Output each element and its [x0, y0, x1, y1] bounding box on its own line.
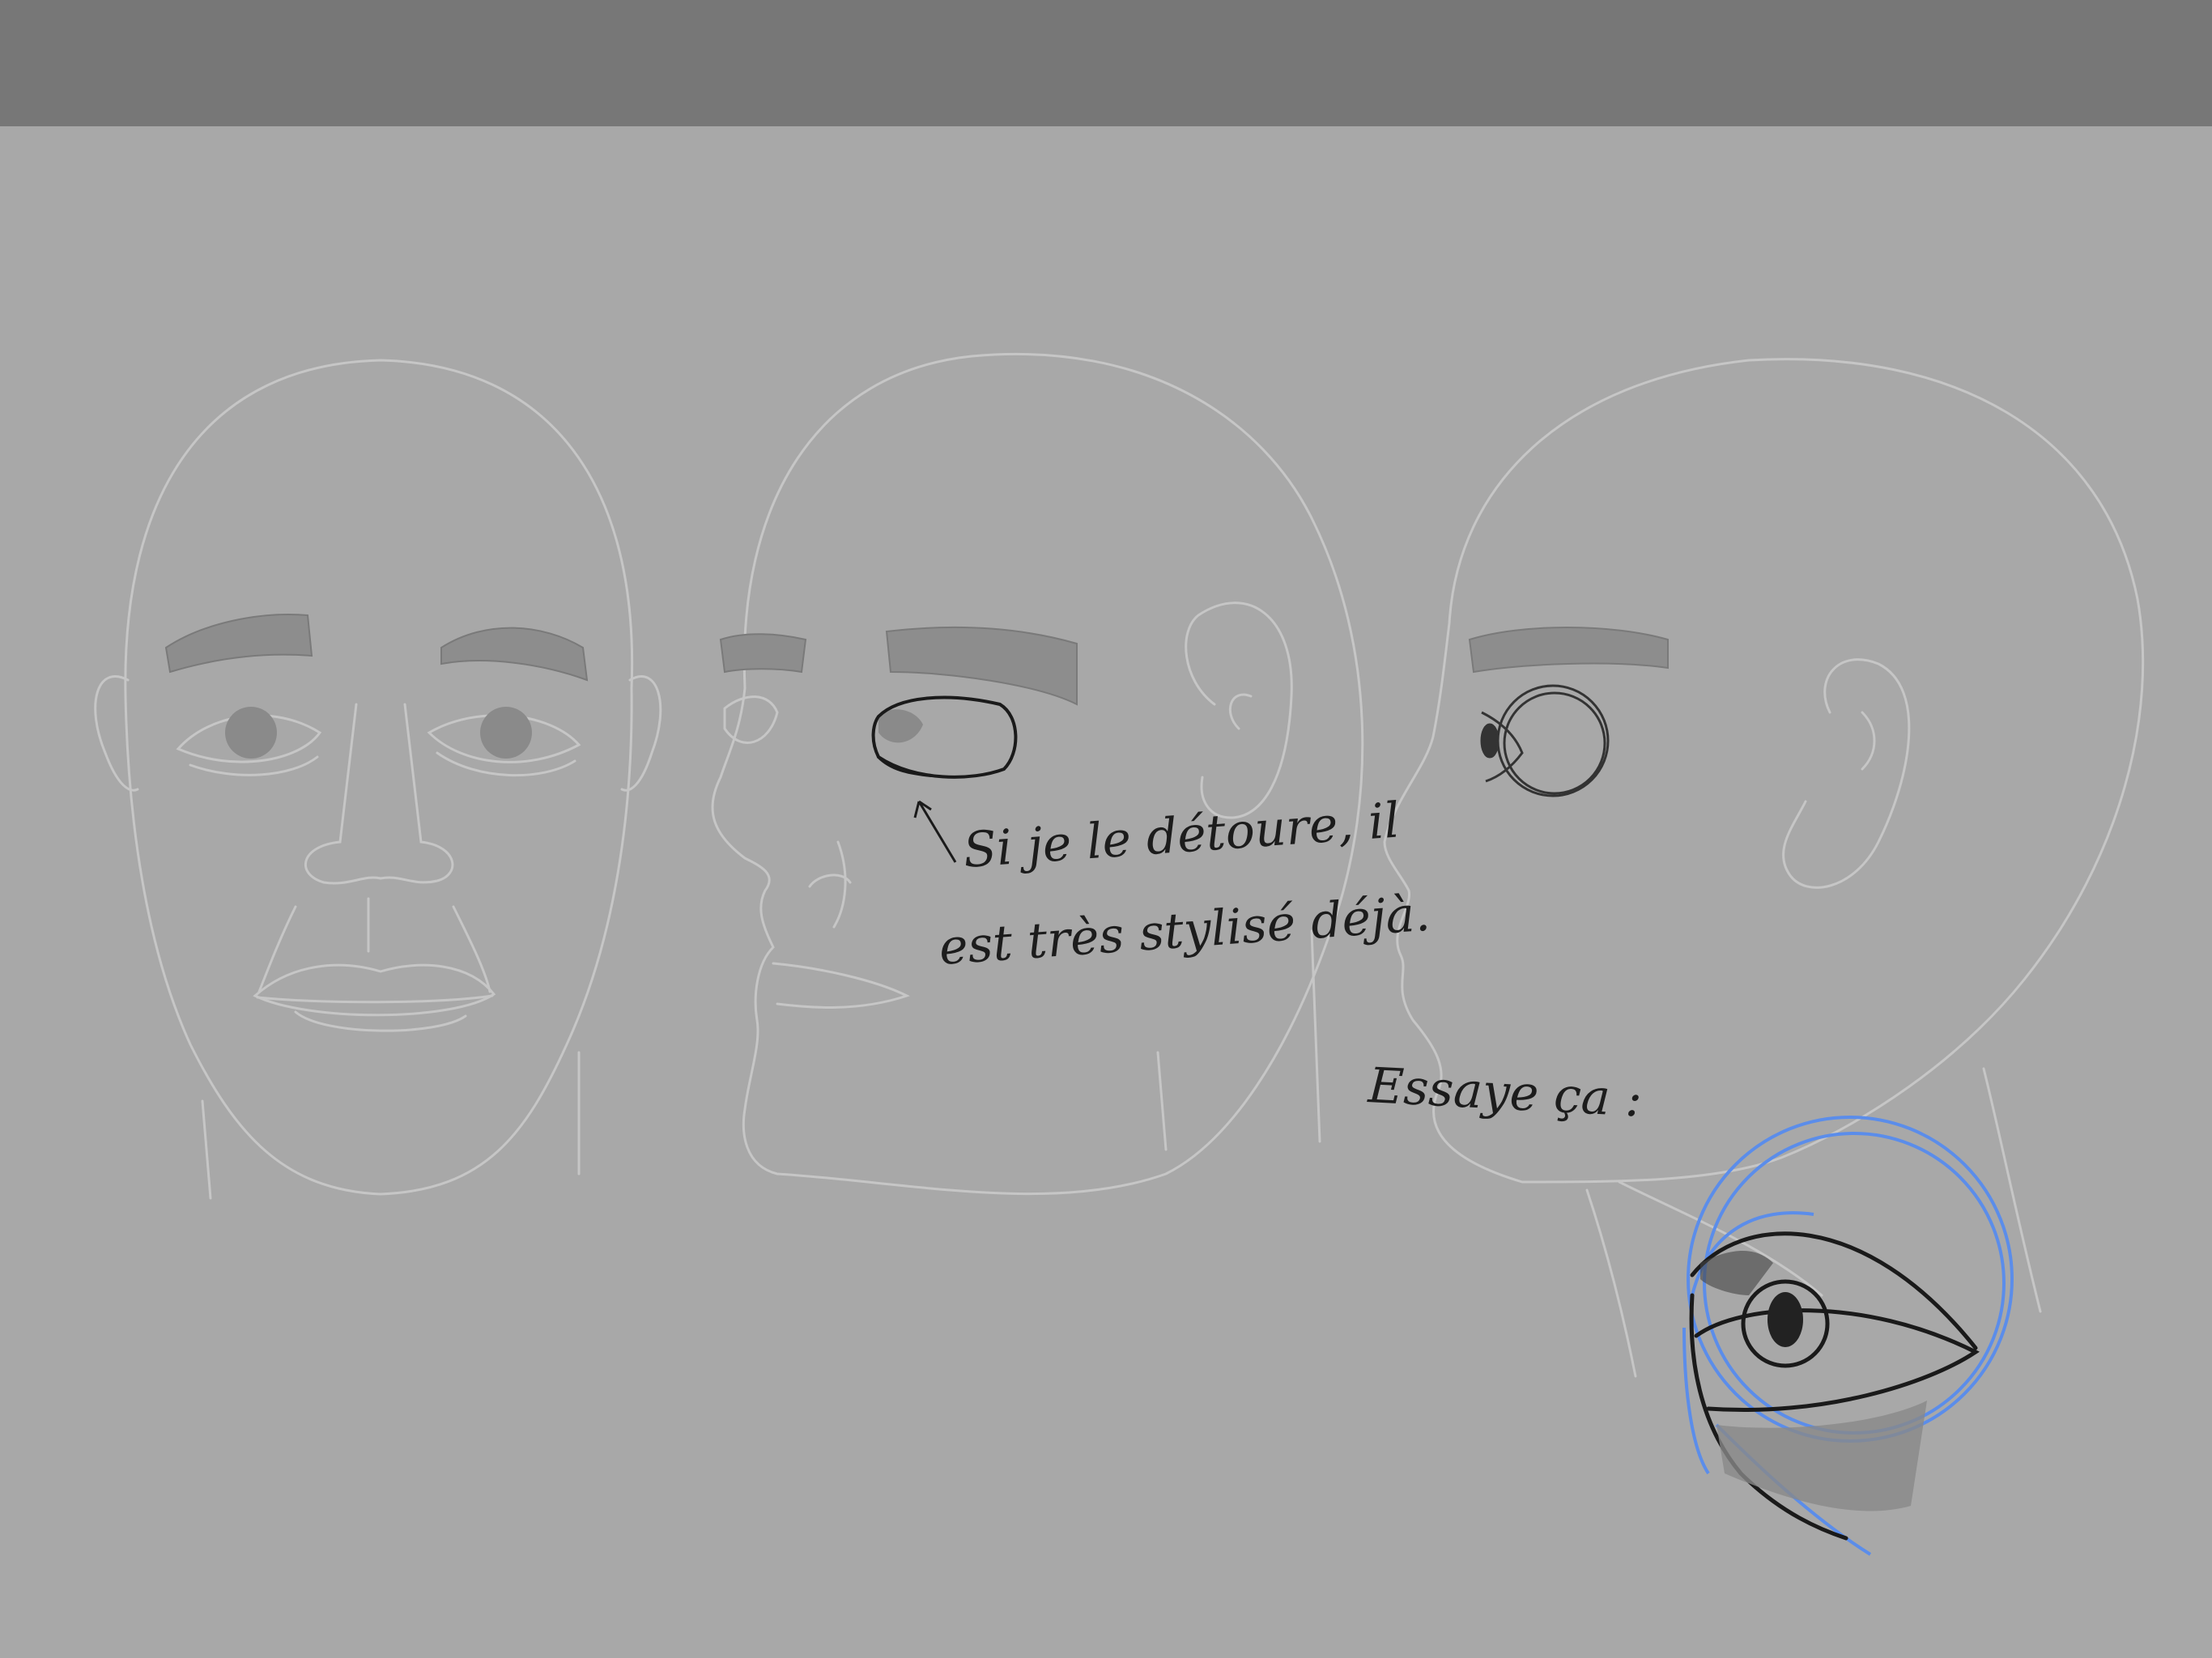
eyebrow-shading [164, 614, 1669, 706]
three-quarter-face-sketch [711, 352, 1364, 1196]
top-toolbar [0, 0, 2212, 126]
annotation-arrow [913, 800, 957, 863]
profile-eye-circle [1480, 684, 1610, 797]
blue-eye-study [1682, 1116, 2014, 1556]
sketch-drawing [94, 352, 2145, 1556]
profile-face-sketch [1383, 358, 2145, 1378]
drawing-canvas[interactable]: Si je le détoure, il est très stylisé dé… [0, 126, 2212, 1658]
front-face-sketch [94, 359, 662, 1200]
